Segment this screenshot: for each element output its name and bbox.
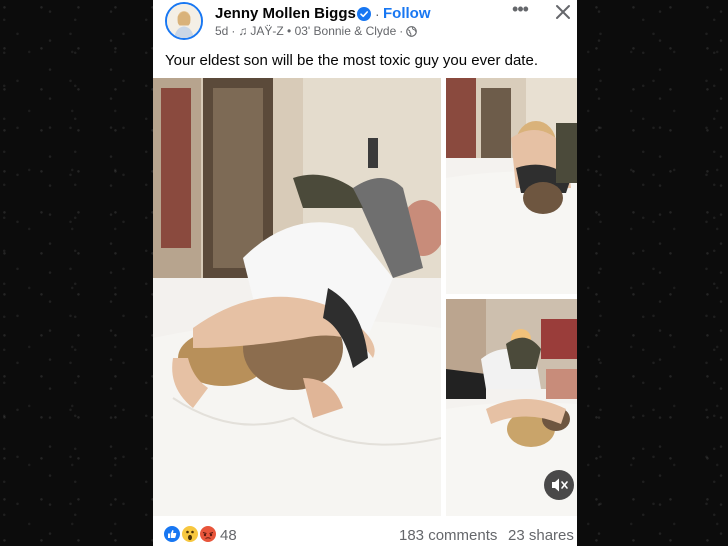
like-icon	[163, 525, 181, 543]
timestamp[interactable]: 5d	[215, 24, 228, 38]
follow-button[interactable]: Follow	[383, 5, 431, 22]
post-caption: Your eldest son will be the most toxic g…	[165, 52, 538, 69]
more-options-icon[interactable]: •••	[508, 0, 532, 22]
music-note-icon: ♫	[238, 24, 248, 38]
verified-badge-icon	[357, 7, 371, 21]
post-meta: 5d · ♫ JAŸ-Z • 03' Bonnie & Clyde ·	[215, 24, 418, 38]
speaker-muted-icon	[552, 478, 568, 492]
comments-count[interactable]: 183 comments	[399, 527, 497, 544]
author-name[interactable]: Jenny Mollen Biggs	[215, 5, 356, 22]
mute-button[interactable]	[544, 470, 574, 500]
post-header: Jenny Mollen Biggs · Follow 5d · ♫ JAŸ-Z…	[153, 0, 577, 46]
separator-dot: ·	[399, 24, 404, 38]
separator-dot: ·	[375, 6, 380, 22]
shares-count[interactable]: 23 shares	[508, 527, 574, 544]
wow-icon	[181, 525, 199, 543]
angry-icon	[199, 525, 217, 543]
globe-icon	[406, 25, 418, 37]
photo-grid	[153, 78, 577, 516]
audio-track[interactable]: JAŸ-Z • 03' Bonnie & Clyde	[250, 24, 396, 38]
close-icon[interactable]	[553, 2, 573, 22]
post-footer: 48 183 comments 23 shares	[153, 518, 577, 546]
main-photo[interactable]	[153, 78, 441, 516]
facebook-post-card: Jenny Mollen Biggs · Follow 5d · ♫ JAŸ-Z…	[153, 0, 577, 546]
author-avatar[interactable]	[165, 2, 203, 40]
separator-dot: ·	[231, 24, 236, 38]
reactions-summary[interactable]	[163, 525, 217, 543]
top-right-photo[interactable]	[446, 78, 577, 294]
reaction-count[interactable]: 48	[220, 527, 237, 544]
